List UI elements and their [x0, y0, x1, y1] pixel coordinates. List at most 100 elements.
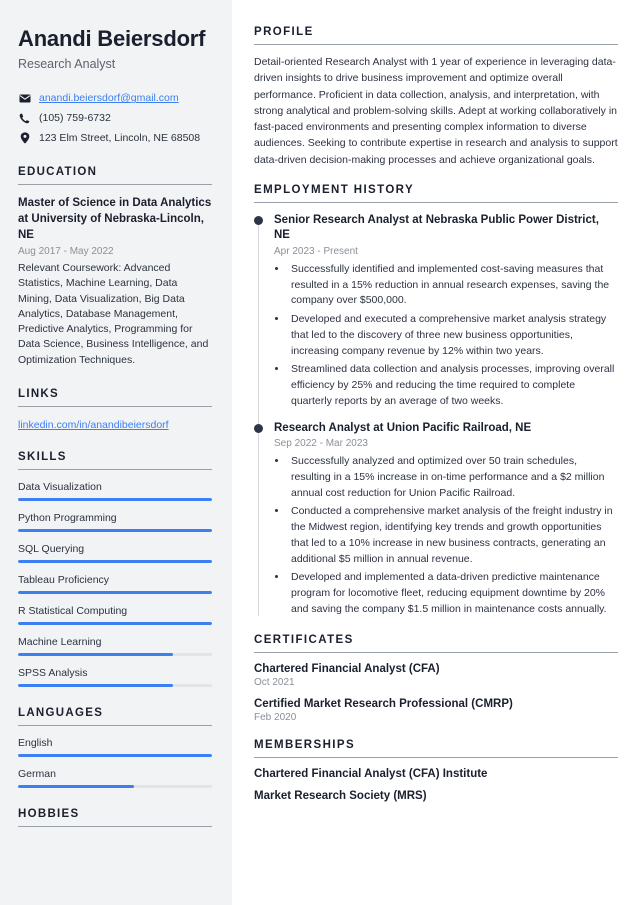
education-degree: Master of Science in Data Analytics at U…	[18, 196, 212, 242]
skills-heading: SKILLS	[18, 450, 67, 463]
profile-heading: PROFILE	[254, 26, 314, 38]
certificate-title: Chartered Financial Analyst (CFA)	[254, 662, 440, 675]
contact-email[interactable]: anandi.beiersdorf@gmail.com	[18, 91, 212, 106]
skill-bar-track	[18, 652, 212, 656]
language-label: German	[18, 767, 56, 780]
section-profile: PROFILE Detail-oriented Research Analyst…	[254, 26, 618, 168]
envelope-icon	[18, 94, 31, 103]
certificate-entry: Chartered Financial Analyst (CFA) Oct 20…	[254, 663, 618, 688]
languages-heading: LANGUAGES	[18, 706, 104, 719]
certificates-rule	[254, 651, 618, 653]
employment-timeline: Senior Research Analyst at Nebraska Publ…	[254, 213, 618, 618]
job-date: Apr 2023 - Present	[274, 245, 358, 257]
sidebar-section-hobbies: HOBBIES	[18, 808, 212, 827]
employment-rule	[254, 201, 618, 203]
education-heading: EDUCATION	[18, 165, 98, 178]
hobbies-rule	[18, 825, 212, 827]
contact-list: anandi.beiersdorf@gmail.com (105) 759-67…	[18, 91, 212, 146]
link-linkedin[interactable]: linkedin.com/in/anandibeiersdorf	[18, 419, 212, 431]
sidebar-section-skills: SKILLS Data Visualization Python Program…	[18, 451, 212, 687]
skill-label: Machine Learning	[18, 635, 102, 648]
skill-item: Tableau Proficiency	[18, 574, 212, 594]
membership-entry: Chartered Financial Analyst (CFA) Instit…	[254, 768, 618, 780]
skill-item: R Statistical Computing	[18, 605, 212, 625]
job-entry: Research Analyst at Union Pacific Railro…	[254, 421, 618, 618]
language-bar-track	[18, 784, 212, 788]
section-memberships: MEMBERSHIPS Chartered Financial Analyst …	[254, 739, 618, 802]
language-bar-fill	[18, 784, 135, 788]
certificate-title: Certified Market Research Professional (…	[254, 697, 513, 710]
skill-bar-track	[18, 590, 212, 594]
skills-list: Data Visualization Python Programming SQ…	[18, 481, 212, 687]
certificate-date: Feb 2020	[254, 711, 297, 723]
sidebar-section-education: EDUCATION Master of Science in Data Anal…	[18, 166, 212, 368]
section-employment-history: EMPLOYMENT HISTORY Senior Research Analy…	[254, 184, 618, 618]
language-bar-fill	[18, 753, 212, 757]
skill-bar-fill	[18, 652, 174, 656]
skill-item: Python Programming	[18, 512, 212, 532]
main-column: PROFILE Detail-oriented Research Analyst…	[232, 0, 640, 905]
languages-rule	[18, 724, 212, 726]
contact-address-text: 123 Elm Street, Lincoln, NE 68508	[39, 132, 201, 145]
job-role: Senior Research Analyst at Nebraska Publ…	[274, 213, 599, 242]
skill-bar-track	[18, 683, 212, 687]
job-bullet-list: Successfully identified and implemented …	[288, 262, 618, 410]
skill-bar-fill	[18, 683, 174, 687]
memberships-heading: MEMBERSHIPS	[254, 738, 356, 751]
job-bullet: Developed and implemented a data-driven …	[288, 570, 618, 617]
education-rule	[18, 183, 212, 185]
contact-phone-text: (105) 759-6732	[39, 112, 111, 125]
language-label: English	[18, 736, 53, 749]
skill-item: SQL Querying	[18, 543, 212, 563]
language-bar-track	[18, 753, 212, 757]
membership-entry: Market Research Society (MRS)	[254, 790, 618, 802]
membership-title: Market Research Society (MRS)	[254, 789, 427, 802]
section-certificates: CERTIFICATES Chartered Financial Analyst…	[254, 634, 618, 723]
language-item: English	[18, 737, 212, 757]
skill-label: R Statistical Computing	[18, 604, 128, 617]
memberships-rule	[254, 756, 618, 758]
timeline-dot-icon	[254, 215, 263, 225]
skill-item: SPSS Analysis	[18, 667, 212, 687]
certificate-entry: Certified Market Research Professional (…	[254, 698, 618, 723]
skill-label: Tableau Proficiency	[18, 573, 110, 586]
skill-bar-fill	[18, 590, 212, 594]
location-pin-icon	[18, 132, 31, 145]
contact-address: 123 Elm Street, Lincoln, NE 68508	[18, 131, 212, 146]
links-rule	[18, 405, 212, 407]
links-heading: LINKS	[18, 387, 59, 400]
education-description: Relevant Coursework: Advanced Statistics…	[18, 262, 209, 366]
skill-bar-track	[18, 621, 212, 625]
sidebar: Anandi Beiersdorf Research Analyst anand…	[0, 0, 232, 905]
skill-bar-fill	[18, 528, 212, 532]
job-bullet-list: Successfully analyzed and optimized over…	[288, 454, 618, 618]
skill-label: SQL Querying	[18, 542, 85, 555]
sidebar-section-links: LINKS linkedin.com/in/anandibeiersdorf	[18, 388, 212, 431]
sidebar-section-languages: LANGUAGES English German	[18, 707, 212, 788]
job-entry: Senior Research Analyst at Nebraska Publ…	[254, 213, 618, 410]
job-bullet: Developed and executed a comprehensive m…	[288, 312, 618, 359]
skill-label: Data Visualization	[18, 480, 102, 493]
skill-bar-fill	[18, 559, 212, 563]
job-bullet: Successfully identified and implemented …	[288, 262, 618, 309]
contact-email-text: anandi.beiersdorf@gmail.com	[39, 92, 179, 105]
membership-title: Chartered Financial Analyst (CFA) Instit…	[254, 767, 488, 780]
skills-rule	[18, 468, 212, 470]
skill-bar-track	[18, 559, 212, 563]
certificate-date: Oct 2021	[254, 676, 295, 688]
certificates-heading: CERTIFICATES	[254, 633, 354, 646]
hobbies-heading: HOBBIES	[18, 807, 80, 820]
skill-bar-track	[18, 497, 212, 501]
candidate-job-title: Research Analyst	[18, 56, 116, 71]
job-bullet: Streamlined data collection and analysis…	[288, 362, 618, 409]
skill-label: SPSS Analysis	[18, 666, 88, 679]
employment-heading: EMPLOYMENT HISTORY	[254, 183, 415, 196]
job-bullet: Successfully analyzed and optimized over…	[288, 454, 618, 501]
skill-bar-track	[18, 528, 212, 532]
job-date: Sep 2022 - Mar 2023	[274, 438, 368, 450]
language-item: German	[18, 768, 212, 788]
skill-bar-fill	[18, 621, 212, 625]
education-date: Aug 2017 - May 2022	[18, 246, 114, 258]
timeline-dot-icon	[254, 423, 263, 433]
skill-item: Data Visualization	[18, 481, 212, 501]
